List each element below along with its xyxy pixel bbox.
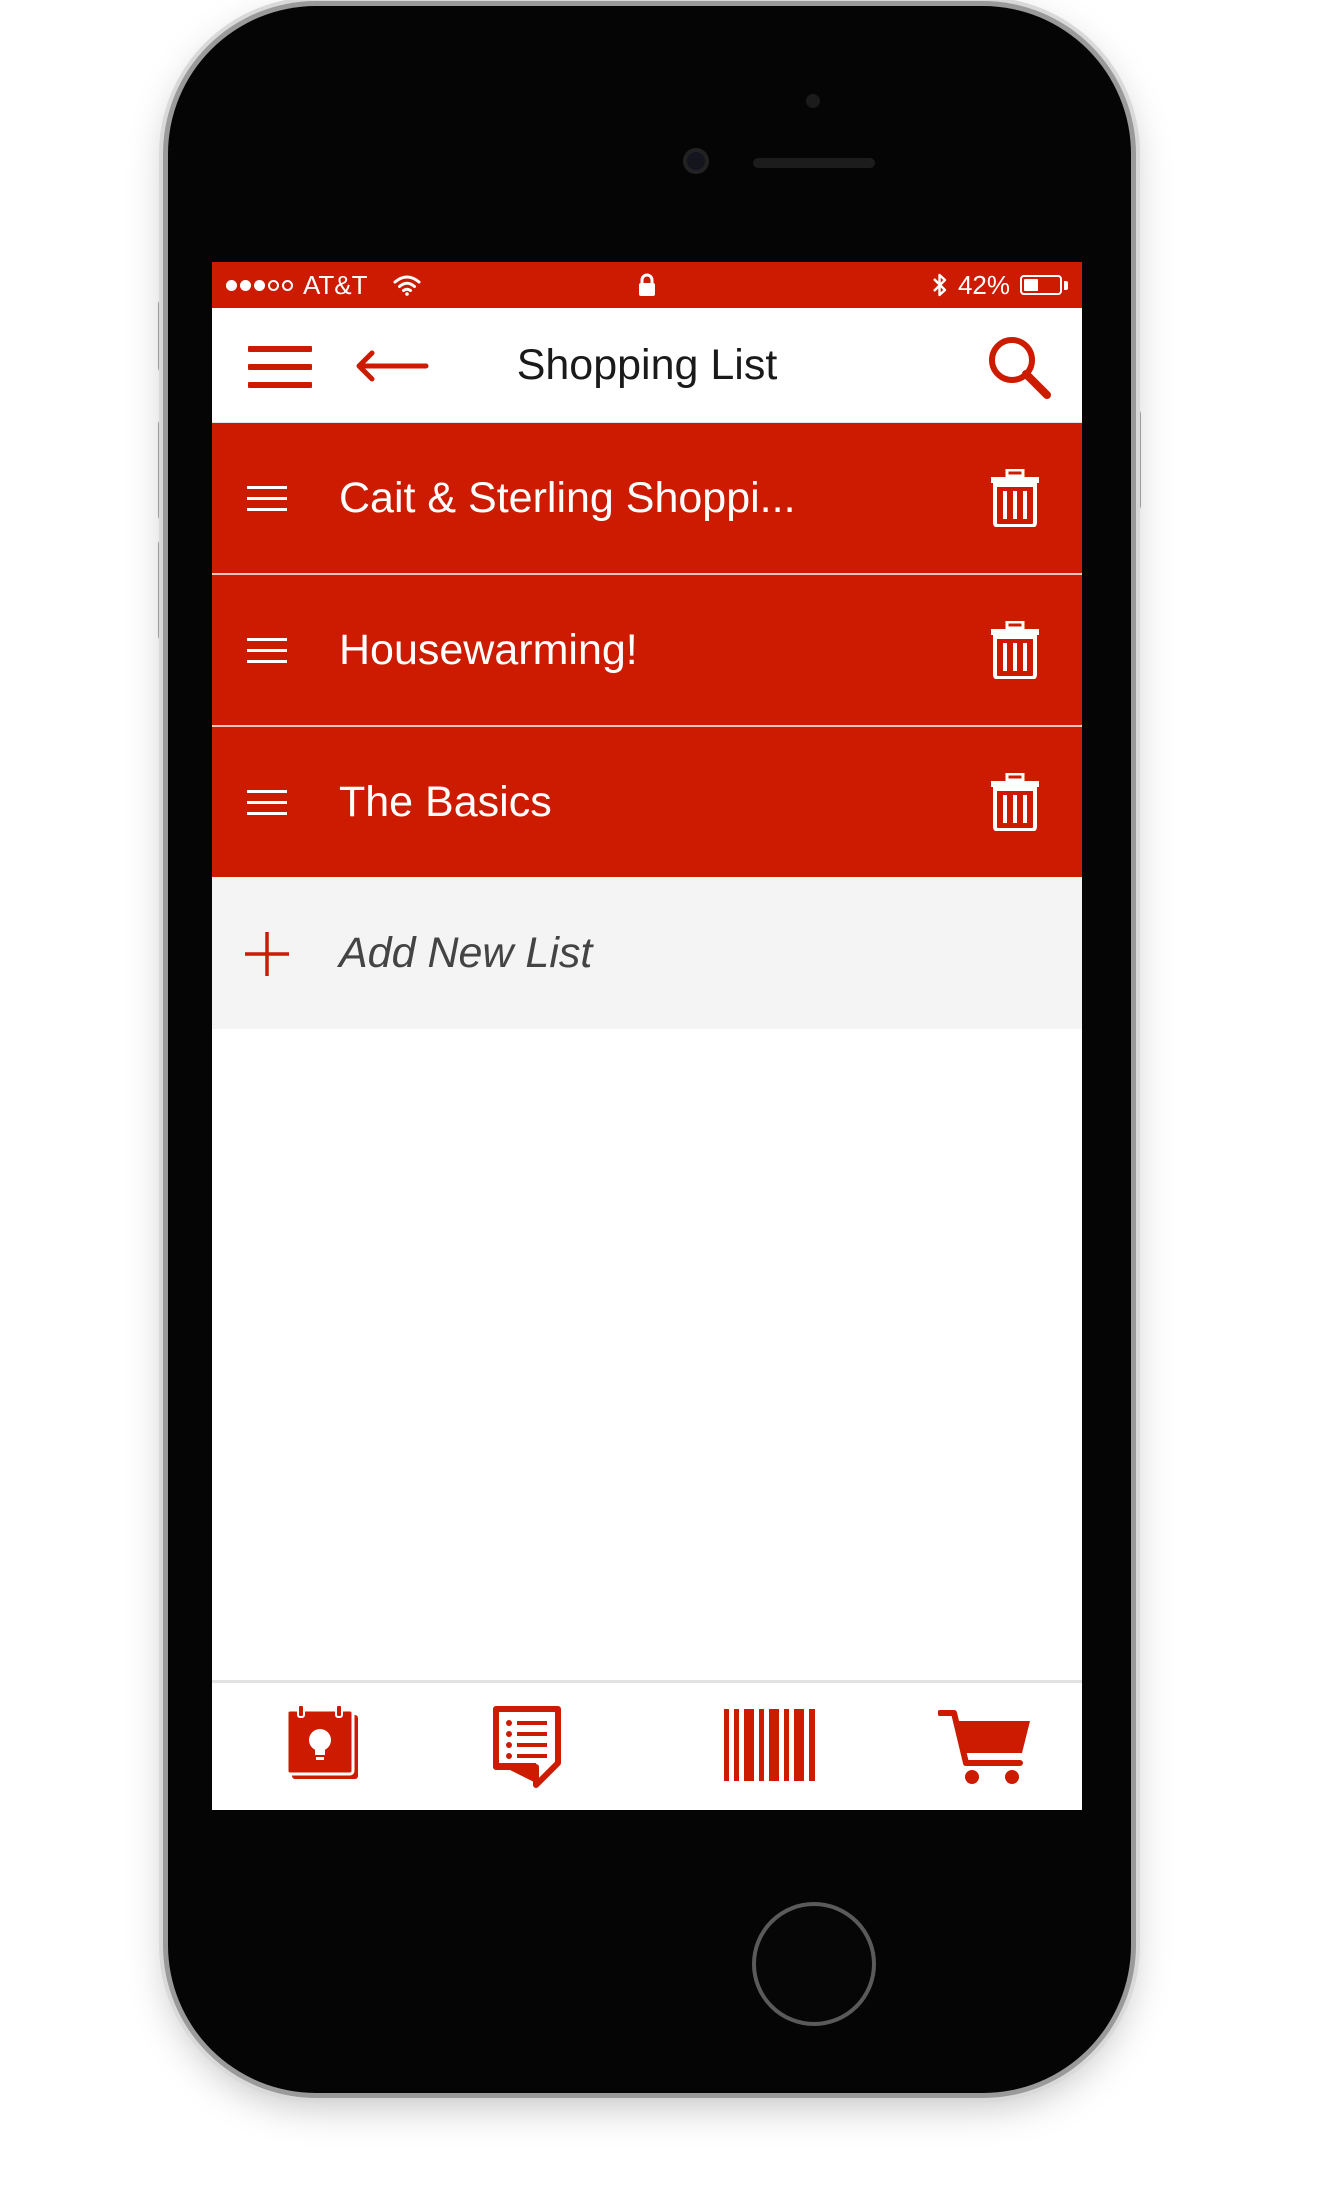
bottom-tab-bar (212, 1680, 1082, 1810)
drag-handle-icon[interactable] (247, 789, 287, 817)
app-screen: AT&T 42% Shopping List Cait & Sterling S… (212, 262, 1082, 1810)
bluetooth-icon (933, 273, 947, 297)
trash-icon[interactable] (990, 773, 1040, 831)
list-name: The Basics (339, 778, 552, 826)
battery-level-fill (1024, 279, 1039, 291)
list-icon[interactable] (492, 1705, 564, 1789)
power-button (1131, 410, 1141, 510)
list-item[interactable]: The Basics (212, 727, 1082, 877)
earpiece-speaker (753, 158, 875, 168)
plus-icon (245, 932, 289, 976)
carrier-name: AT&T (303, 269, 368, 300)
proximity-sensor (806, 94, 820, 108)
list-item[interactable]: Cait & Sterling Shoppi... (212, 423, 1082, 575)
shopping-lists: Cait & Sterling Shoppi... Housewarming! (212, 423, 1082, 877)
drag-handle-icon[interactable] (247, 637, 287, 665)
add-new-list-label: Add New List (339, 929, 593, 977)
trash-icon[interactable] (990, 469, 1040, 527)
list-item[interactable]: Housewarming! (212, 575, 1082, 727)
battery-icon (1020, 275, 1068, 295)
mute-switch (158, 300, 168, 372)
list-name: Housewarming! (339, 626, 638, 674)
cart-icon[interactable] (938, 1705, 1032, 1787)
trash-icon[interactable] (990, 621, 1040, 679)
front-camera (683, 148, 709, 174)
add-new-list-button[interactable]: Add New List (212, 877, 1082, 1029)
search-icon[interactable] (986, 334, 1052, 400)
signal-strength-icon (226, 279, 293, 291)
volume-up-button (158, 420, 168, 520)
drag-handle-icon[interactable] (247, 485, 287, 513)
home-button[interactable] (752, 1902, 876, 2026)
volume-down-button (158, 540, 168, 640)
wifi-icon (393, 275, 421, 296)
lock-icon (639, 273, 655, 296)
status-bar: AT&T 42% (212, 262, 1082, 308)
battery-percentage: 42% (957, 269, 1010, 300)
app-header: Shopping List (212, 308, 1082, 423)
list-name: Cait & Sterling Shoppi... (339, 474, 796, 522)
weekly-ad-icon[interactable] (284, 1705, 364, 1785)
barcode-scan-icon[interactable] (724, 1705, 818, 1785)
page-title: Shopping List (516, 341, 778, 389)
